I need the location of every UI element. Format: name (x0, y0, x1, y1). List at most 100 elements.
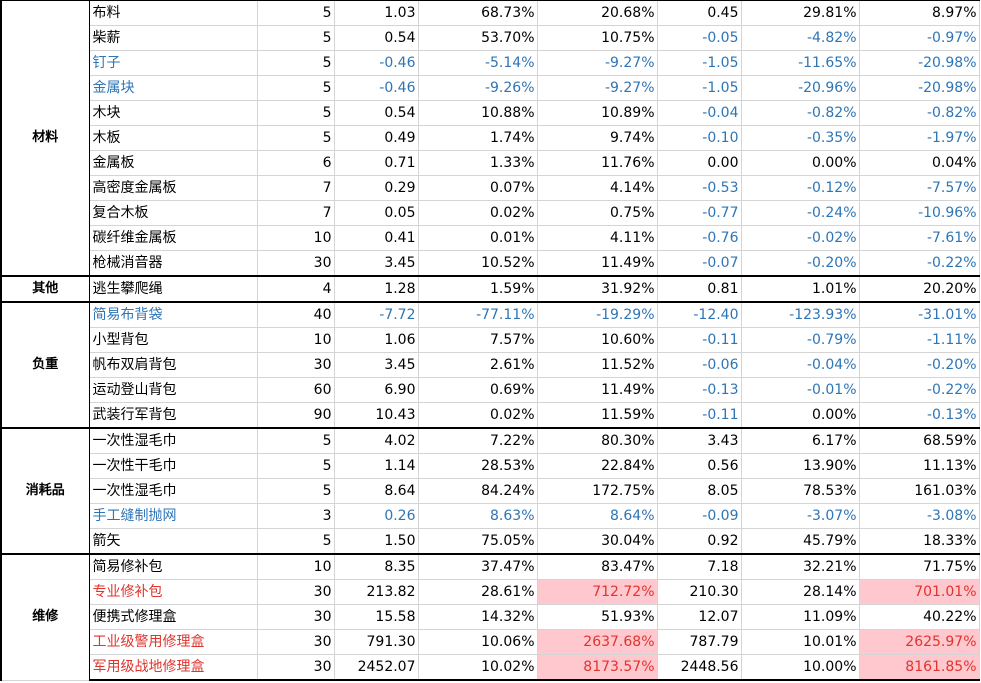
value-cell[interactable]: 60 (256, 377, 335, 403)
value-cell[interactable]: -9.27% (536, 50, 658, 76)
value-cell[interactable]: 5 (256, 453, 335, 479)
value-cell[interactable]: 84.24% (417, 478, 538, 504)
item-name-cell[interactable]: 逃生攀爬绳 (88, 275, 258, 303)
value-cell[interactable]: -1.05 (656, 75, 742, 101)
value-cell[interactable]: -77.11% (417, 301, 538, 328)
value-cell[interactable]: 83.47% (536, 553, 658, 580)
value-cell[interactable]: 0.54 (333, 100, 419, 126)
value-cell[interactable]: 28.53% (417, 453, 538, 479)
value-cell[interactable]: 4.02 (333, 427, 419, 454)
value-cell[interactable]: 10.02% (417, 654, 538, 681)
value-cell[interactable]: 5 (256, 100, 335, 126)
value-cell[interactable]: 3.45 (333, 352, 419, 378)
item-name-cell[interactable]: 专业修补包 (88, 579, 258, 605)
value-cell[interactable]: 5 (256, 75, 335, 101)
item-name-cell[interactable]: 一次性湿毛巾 (88, 427, 258, 454)
value-cell[interactable]: -20.98% (858, 75, 980, 101)
value-cell[interactable]: -0.79% (740, 327, 860, 353)
item-name-cell[interactable]: 钉子 (88, 50, 258, 76)
item-name-cell[interactable]: 布料 (88, 0, 258, 26)
value-cell[interactable]: 0.54 (333, 25, 419, 51)
value-cell[interactable]: -10.96% (858, 200, 980, 226)
item-name-cell[interactable]: 小型背包 (88, 327, 258, 353)
value-cell[interactable]: -1.05 (656, 50, 742, 76)
value-cell[interactable]: -9.27% (536, 75, 658, 101)
value-cell[interactable]: 787.79 (656, 629, 742, 655)
item-name-cell[interactable]: 木块 (88, 100, 258, 126)
value-cell[interactable]: -0.76 (656, 225, 742, 251)
value-cell[interactable]: 8.35 (333, 553, 419, 580)
value-cell[interactable]: -3.08% (858, 503, 980, 529)
value-cell[interactable]: 14.32% (417, 604, 538, 630)
value-cell[interactable]: 11.52% (536, 352, 658, 378)
value-cell[interactable]: -12.40 (656, 301, 742, 328)
value-cell[interactable]: 18.33% (858, 528, 980, 555)
value-cell[interactable]: 13.90% (740, 453, 860, 479)
value-cell[interactable]: 30 (256, 604, 335, 630)
value-cell[interactable]: -0.13 (656, 377, 742, 403)
value-cell[interactable]: 0.00 (656, 150, 742, 176)
value-cell[interactable]: 5 (256, 528, 335, 555)
value-cell[interactable]: 1.06 (333, 327, 419, 353)
value-cell[interactable]: 10.60% (536, 327, 658, 353)
value-cell[interactable]: 1.14 (333, 453, 419, 479)
value-cell[interactable]: -0.97% (858, 25, 980, 51)
value-cell[interactable]: 172.75% (536, 478, 658, 504)
value-cell[interactable]: 7.57% (417, 327, 538, 353)
value-cell[interactable]: 9.74% (536, 125, 658, 151)
value-cell[interactable]: -0.46 (333, 75, 419, 101)
value-cell[interactable]: 68.73% (417, 0, 538, 26)
value-cell[interactable]: -0.05 (656, 25, 742, 51)
value-cell[interactable]: -0.35% (740, 125, 860, 151)
value-cell[interactable]: 8.63% (417, 503, 538, 529)
value-cell[interactable]: 45.79% (740, 528, 860, 555)
value-cell[interactable]: -0.04% (740, 352, 860, 378)
value-cell[interactable]: 712.72% (536, 579, 658, 605)
value-cell[interactable]: -0.13% (858, 402, 980, 429)
value-cell[interactable]: -3.07% (740, 503, 860, 529)
value-cell[interactable]: -0.09 (656, 503, 742, 529)
value-cell[interactable]: 0.92 (656, 528, 742, 555)
value-cell[interactable]: 30.04% (536, 528, 658, 555)
value-cell[interactable]: 8173.57% (536, 654, 658, 681)
value-cell[interactable]: 0.26 (333, 503, 419, 529)
item-name-cell[interactable]: 碳纤维金属板 (88, 225, 258, 251)
value-cell[interactable]: 8.64% (536, 503, 658, 529)
value-cell[interactable]: 30 (256, 352, 335, 378)
value-cell[interactable]: -0.20% (858, 352, 980, 378)
value-cell[interactable]: 2448.56 (656, 654, 742, 681)
value-cell[interactable]: 71.75% (858, 553, 980, 580)
value-cell[interactable]: 40 (256, 301, 335, 328)
value-cell[interactable]: -19.29% (536, 301, 658, 328)
value-cell[interactable]: 11.13% (858, 453, 980, 479)
value-cell[interactable]: 5 (256, 0, 335, 26)
category-cell[interactable]: 维修 (0, 553, 90, 681)
value-cell[interactable]: -4.82% (740, 25, 860, 51)
value-cell[interactable]: 15.58 (333, 604, 419, 630)
category-cell[interactable]: 材料 (0, 0, 90, 277)
value-cell[interactable]: 80.30% (536, 427, 658, 454)
value-cell[interactable]: -20.96% (740, 75, 860, 101)
value-cell[interactable]: 0.71 (333, 150, 419, 176)
value-cell[interactable]: -0.22% (858, 250, 980, 277)
item-name-cell[interactable]: 枪械消音器 (88, 250, 258, 277)
value-cell[interactable]: 10 (256, 553, 335, 580)
value-cell[interactable]: 0.04% (858, 150, 980, 176)
value-cell[interactable]: 2.61% (417, 352, 538, 378)
value-cell[interactable]: -0.82% (858, 100, 980, 126)
value-cell[interactable]: 791.30 (333, 629, 419, 655)
item-name-cell[interactable]: 木板 (88, 125, 258, 151)
value-cell[interactable]: -5.14% (417, 50, 538, 76)
value-cell[interactable]: 11.49% (536, 377, 658, 403)
value-cell[interactable]: 0.29 (333, 175, 419, 201)
value-cell[interactable]: 20.68% (536, 0, 658, 26)
value-cell[interactable]: -0.07 (656, 250, 742, 277)
value-cell[interactable]: 5 (256, 478, 335, 504)
value-cell[interactable]: -0.20% (740, 250, 860, 277)
value-cell[interactable]: 10.00% (740, 654, 860, 681)
value-cell[interactable]: 51.93% (536, 604, 658, 630)
value-cell[interactable]: 1.28 (333, 275, 419, 303)
value-cell[interactable]: 1.50 (333, 528, 419, 555)
value-cell[interactable]: 0.00% (740, 402, 860, 429)
value-cell[interactable]: 5 (256, 125, 335, 151)
